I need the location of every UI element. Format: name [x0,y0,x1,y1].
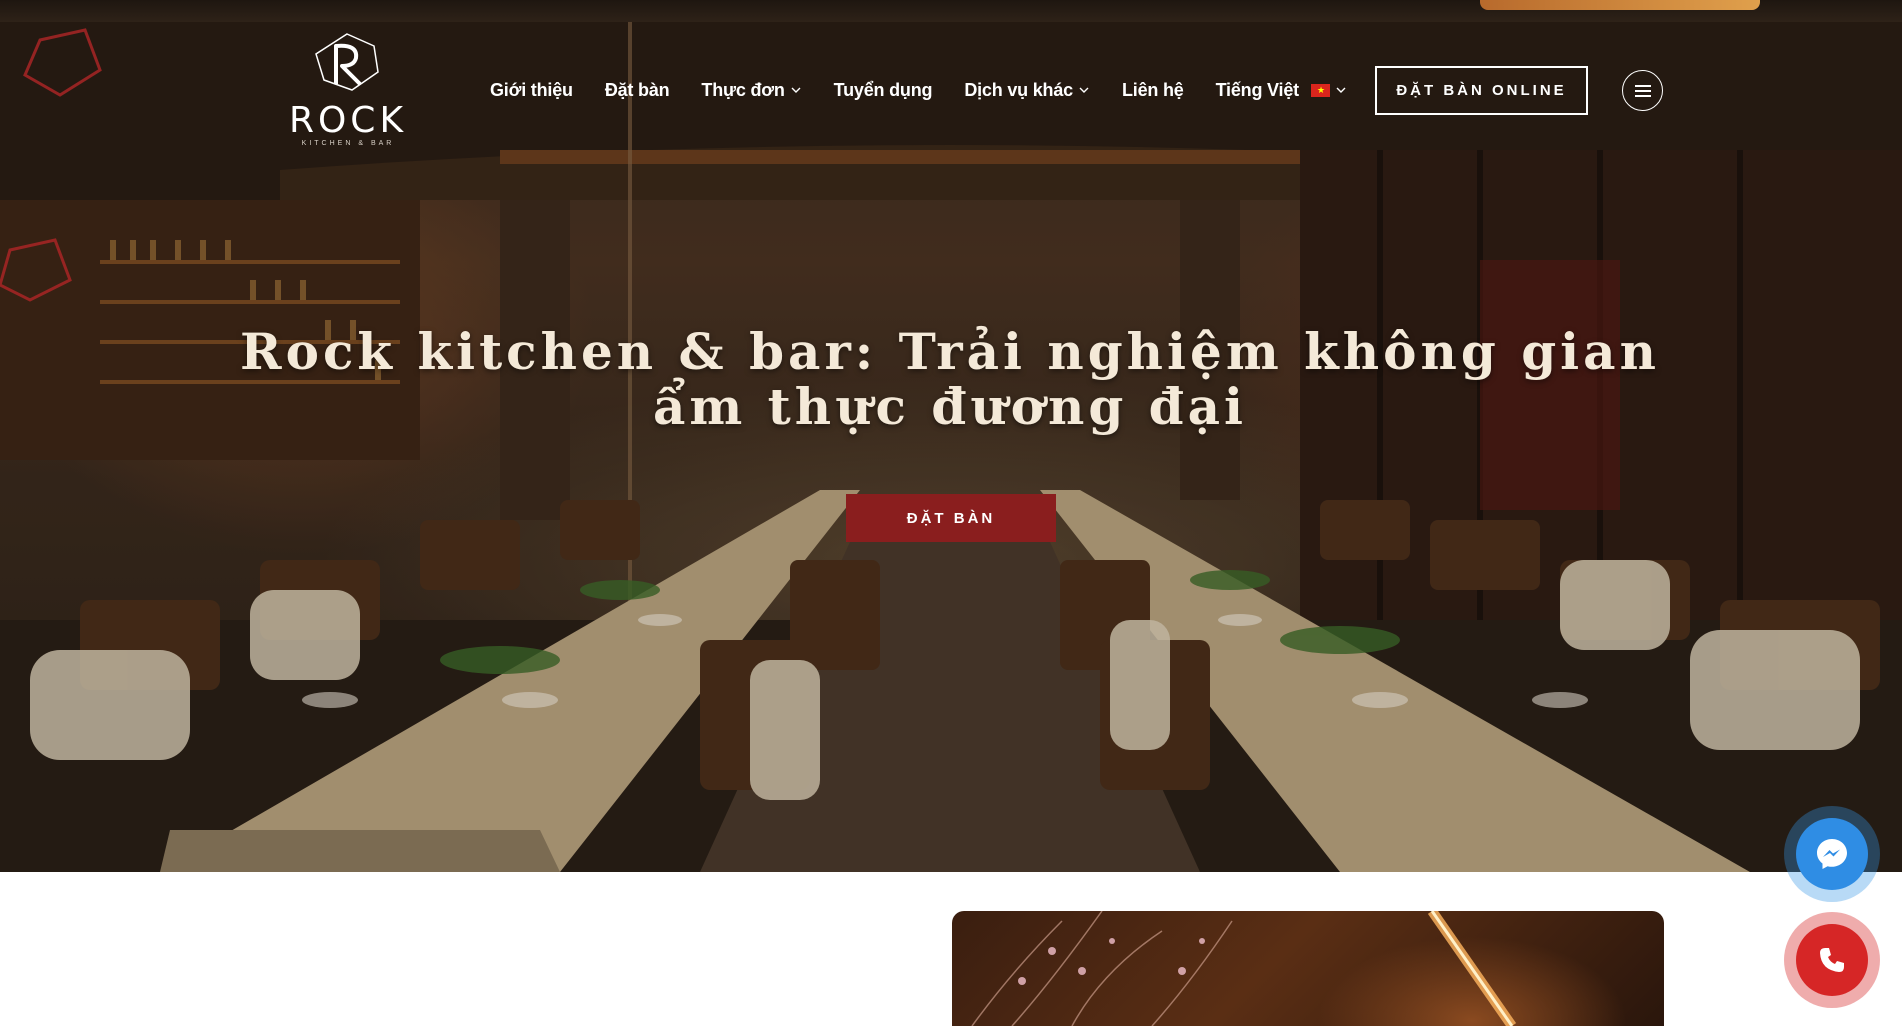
nav-label: Dịch vụ khác [964,79,1073,100]
call-button[interactable] [1784,912,1880,1008]
messenger-button[interactable] [1784,806,1880,902]
nav-label: Tiếng Việt [1215,79,1300,100]
messenger-icon [1817,839,1847,869]
language-switcher[interactable]: Tiếng Việt ★ [1216,80,1347,101]
book-table-button[interactable]: ĐẶT BÀN [846,494,1056,542]
vietnam-flag-icon: ★ [1310,83,1330,97]
chevron-down-icon [791,87,801,93]
nav-label: Thực đơn [701,79,785,100]
feature-image [952,911,1664,1026]
hamburger-menu-icon [1634,84,1651,97]
logo-wordmark: ROCK [288,100,408,141]
feature-photo-icon [971,911,1517,1026]
chevron-down-icon [1079,87,1089,93]
nav-item-tuyen-dung[interactable]: Tuyển dụng [834,80,933,101]
nav-label: Giới thiệu [490,79,573,100]
nav-item-thuc-don[interactable]: Thực đơn [701,80,801,101]
hero-banner: ROCK KITCHEN & BAR Giới thiệu Đặt bàn Th… [0,0,1902,872]
nav-label: Tuyển dụng [833,79,933,100]
top-strip [0,0,1902,22]
logo-tagline: KITCHEN & BAR [301,140,395,147]
call-button-core [1796,924,1868,996]
nav-item-gioi-thieu[interactable]: Giới thiệu [490,80,573,101]
phone-icon [1820,948,1844,972]
book-online-button[interactable]: ĐẶT BÀN ONLINE [1375,66,1588,115]
messenger-button-core [1796,818,1868,890]
main-nav: Giới thiệu Đặt bàn Thực đơn Tuyển dụng D… [490,78,1379,102]
hero-title: Rock kitchen & bar: Trải nghiệm không gi… [240,322,1660,436]
rock-logo-icon [315,33,379,91]
nav-item-lien-he[interactable]: Liên hệ [1122,80,1184,101]
nav-item-dat-ban[interactable]: Đặt bàn [605,80,670,101]
nav-label: Đặt bàn [604,79,670,100]
site-logo[interactable]: ROCK KITCHEN & BAR [278,32,418,152]
nav-label: Liên hệ [1121,79,1184,100]
nav-item-dich-vu-khac[interactable]: Dịch vụ khác [964,80,1090,101]
hamburger-menu-button[interactable] [1622,70,1663,111]
chevron-down-icon [1336,87,1346,93]
